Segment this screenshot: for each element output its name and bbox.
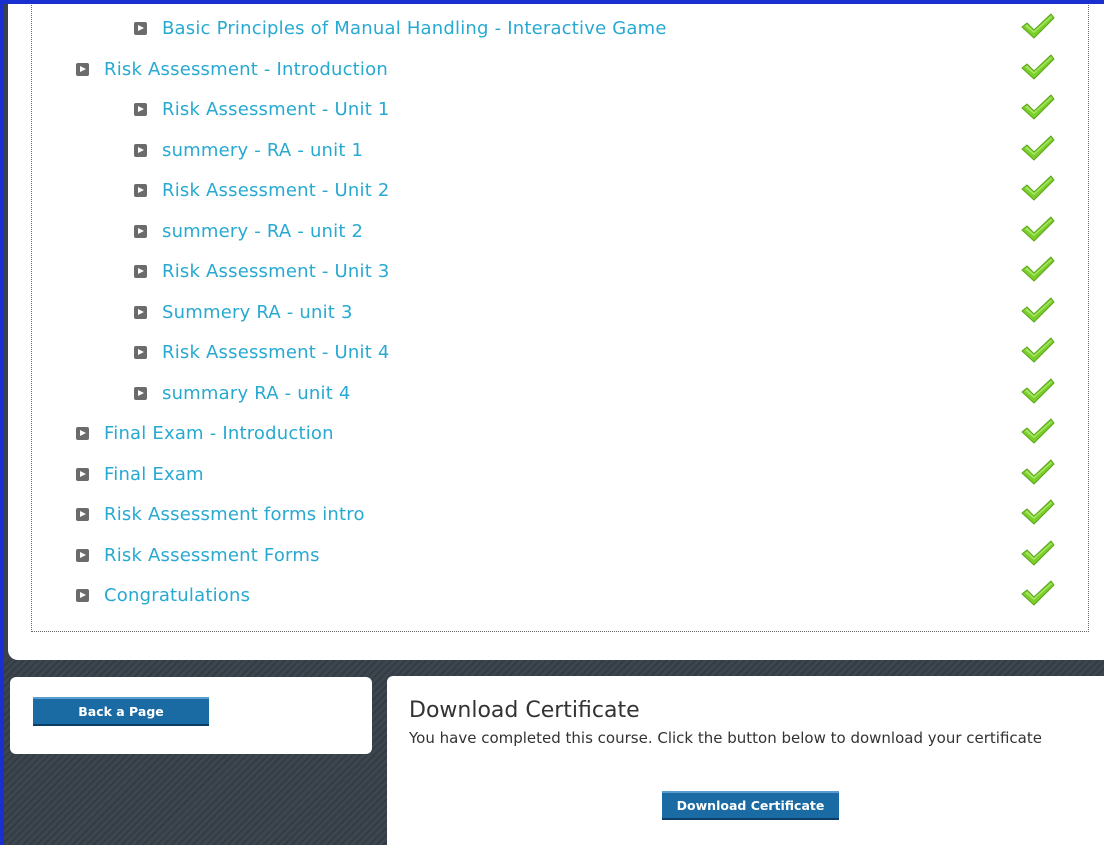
play-bullet-icon bbox=[134, 183, 147, 197]
play-bullet-icon bbox=[134, 21, 147, 35]
play-bullet-icon bbox=[76, 588, 89, 602]
course-item-list: Basic Principles of Manual Handling - In… bbox=[31, 0, 1089, 632]
course-item-link[interactable]: Final Exam bbox=[104, 464, 204, 485]
checkmark-icon bbox=[1021, 540, 1055, 566]
course-item-link[interactable]: Risk Assessment - Unit 2 bbox=[162, 180, 390, 201]
course-item[interactable]: Basic Principles of Manual Handling - In… bbox=[134, 13, 667, 43]
course-item[interactable]: Risk Assessment Forms bbox=[76, 540, 320, 570]
play-bullet-icon bbox=[76, 426, 89, 440]
course-item-link[interactable]: Summery RA - unit 3 bbox=[162, 302, 353, 323]
course-item[interactable]: Risk Assessment - Unit 4 bbox=[134, 337, 390, 367]
play-bullet-icon bbox=[134, 102, 147, 116]
course-item[interactable]: summary RA - unit 4 bbox=[134, 378, 351, 408]
certificate-heading: Download Certificate bbox=[409, 698, 640, 723]
course-item-link[interactable]: Risk Assessment Forms bbox=[104, 545, 320, 566]
course-item-link[interactable]: Basic Principles of Manual Handling - In… bbox=[162, 18, 667, 39]
course-item-link[interactable]: Risk Assessment - Unit 4 bbox=[162, 342, 390, 363]
course-item-link[interactable]: Risk Assessment - Unit 1 bbox=[162, 99, 390, 120]
course-item[interactable]: summery - RA - unit 1 bbox=[134, 135, 363, 165]
play-bullet-icon bbox=[134, 264, 147, 278]
course-item[interactable]: Risk Assessment forms intro bbox=[76, 499, 365, 529]
checkmark-icon bbox=[1021, 216, 1055, 242]
certificate-message: You have completed this course. Click th… bbox=[409, 729, 1042, 747]
checkmark-icon bbox=[1021, 175, 1055, 201]
course-item[interactable]: Summery RA - unit 3 bbox=[134, 297, 353, 327]
play-bullet-icon bbox=[76, 548, 89, 562]
play-bullet-icon bbox=[76, 507, 89, 521]
checkmark-icon bbox=[1021, 256, 1055, 282]
course-item-link[interactable]: Final Exam - Introduction bbox=[104, 423, 334, 444]
course-item[interactable]: Final Exam bbox=[76, 459, 204, 489]
checkmark-icon bbox=[1021, 418, 1055, 444]
checkmark-icon bbox=[1021, 459, 1055, 485]
course-item-link[interactable]: Risk Assessment - Unit 3 bbox=[162, 261, 390, 282]
checkmark-icon bbox=[1021, 337, 1055, 363]
course-item[interactable]: Congratulations bbox=[76, 580, 250, 610]
checkmark-icon bbox=[1021, 378, 1055, 404]
play-bullet-icon bbox=[134, 143, 147, 157]
play-bullet-icon bbox=[134, 345, 147, 359]
play-bullet-icon bbox=[76, 467, 89, 481]
course-item[interactable]: Risk Assessment - Unit 3 bbox=[134, 256, 390, 286]
play-bullet-icon bbox=[134, 305, 147, 319]
course-item-link[interactable]: Risk Assessment forms intro bbox=[104, 504, 365, 525]
play-bullet-icon bbox=[134, 224, 147, 238]
course-item[interactable]: Final Exam - Introduction bbox=[76, 418, 334, 448]
checkmark-icon bbox=[1021, 54, 1055, 80]
course-content-panel: Basic Principles of Manual Handling - In… bbox=[8, 0, 1104, 660]
course-item-link[interactable]: Congratulations bbox=[104, 585, 250, 606]
course-item[interactable]: Risk Assessment - Unit 2 bbox=[134, 175, 390, 205]
checkmark-icon bbox=[1021, 135, 1055, 161]
checkmark-icon bbox=[1021, 297, 1055, 323]
course-item[interactable]: Risk Assessment - Unit 1 bbox=[134, 94, 390, 124]
download-certificate-panel: Download Certificate You have completed … bbox=[387, 676, 1104, 845]
checkmark-icon bbox=[1021, 94, 1055, 120]
play-bullet-icon bbox=[76, 62, 89, 76]
course-item[interactable]: Risk Assessment - Introduction bbox=[76, 54, 388, 84]
navigation-panel: Back a Page bbox=[10, 677, 372, 754]
checkmark-icon bbox=[1021, 580, 1055, 606]
play-bullet-icon bbox=[134, 386, 147, 400]
course-item[interactable]: summery - RA - unit 2 bbox=[134, 216, 363, 246]
back-a-page-button[interactable]: Back a Page bbox=[33, 697, 209, 726]
course-item-link[interactable]: Risk Assessment - Introduction bbox=[104, 59, 388, 80]
checkmark-icon bbox=[1021, 499, 1055, 525]
course-item-link[interactable]: summery - RA - unit 2 bbox=[162, 221, 363, 242]
download-certificate-button[interactable]: Download Certificate bbox=[662, 791, 839, 820]
checkmark-icon bbox=[1021, 13, 1055, 39]
course-item-link[interactable]: summery - RA - unit 1 bbox=[162, 140, 363, 161]
course-item-link[interactable]: summary RA - unit 4 bbox=[162, 383, 351, 404]
